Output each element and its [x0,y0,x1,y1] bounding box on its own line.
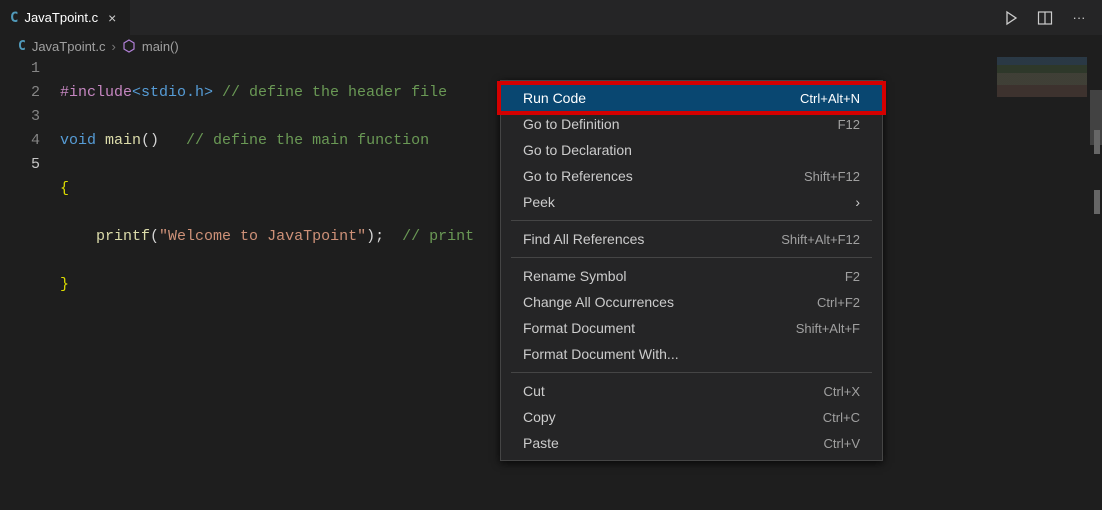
minimap[interactable] [997,57,1087,97]
c-file-icon: C [10,10,18,26]
line-number: 1 [0,57,40,81]
menu-item-label: Rename Symbol [523,268,627,284]
line-number: 5 [0,153,40,177]
menu-item-shortcut: F2 [845,269,860,284]
more-icon[interactable]: ··· [1068,7,1090,29]
menu-item-label: Paste [523,435,559,451]
vertical-scrollbar[interactable] [1090,35,1102,510]
menu-item-shortcut: Ctrl+C [823,410,860,425]
menu-item-label: Go to References [523,168,633,184]
menu-separator [511,220,872,221]
tab-filename: JavaTpoint.c [24,10,98,25]
run-icon[interactable] [1000,7,1022,29]
tab-group: C JavaTpoint.c × [0,0,130,35]
menu-item-label: Copy [523,409,556,425]
menu-item-format-document-with[interactable]: Format Document With... [501,341,882,367]
menu-item-label: Find All References [523,231,644,247]
menu-item-label: Run Code [523,90,586,106]
close-icon[interactable]: × [104,10,120,26]
menu-separator [511,257,872,258]
symbol-method-icon [122,39,136,53]
menu-item-label: Cut [523,383,545,399]
menu-item-find-all-references[interactable]: Find All References Shift+Alt+F12 [501,226,882,252]
menu-item-change-all-occurrences[interactable]: Change All Occurrences Ctrl+F2 [501,289,882,315]
menu-item-go-to-references[interactable]: Go to References Shift+F12 [501,163,882,189]
breadcrumb[interactable]: C JavaTpoint.c › main() [0,35,1102,57]
line-number: 2 [0,81,40,105]
menu-item-paste[interactable]: Paste Ctrl+V [501,430,882,456]
line-number: 4 [0,129,40,153]
menu-item-rename-symbol[interactable]: Rename Symbol F2 [501,263,882,289]
menu-item-shortcut: Ctrl+X [824,384,860,399]
menu-item-label: Format Document With... [523,346,679,362]
menu-item-go-to-declaration[interactable]: Go to Declaration [501,137,882,163]
menu-item-label: Format Document [523,320,635,336]
menu-item-shortcut: Shift+F12 [804,169,860,184]
menu-item-shortcut: Ctrl+V [824,436,860,451]
context-menu: Run Code Ctrl+Alt+N Go to Definition F12 Go … [500,80,883,461]
menu-item-label: Change All Occurrences [523,294,674,310]
tab-file[interactable]: C JavaTpoint.c × [0,0,130,35]
split-editor-icon[interactable] [1034,7,1056,29]
line-gutter: 1 2 3 4 5 [0,57,60,345]
chevron-right-icon: › [112,39,116,54]
chevron-right-icon: › [855,194,860,210]
menu-item-run-code[interactable]: Run Code Ctrl+Alt+N [497,81,886,115]
menu-item-cut[interactable]: Cut Ctrl+X [501,378,882,404]
menu-item-format-document[interactable]: Format Document Shift+Alt+F [501,315,882,341]
menu-item-shortcut: Shift+Alt+F [796,321,860,336]
c-file-icon: C [18,39,26,54]
menu-item-copy[interactable]: Copy Ctrl+C [501,404,882,430]
breadcrumb-symbol: main() [142,39,179,54]
menu-item-label: Peek [523,194,555,210]
menu-item-label: Go to Definition [523,116,620,132]
menu-item-shortcut: Ctrl+Alt+N [800,91,860,106]
line-number: 3 [0,105,40,129]
breadcrumb-filename: JavaTpoint.c [32,39,106,54]
tab-bar: C JavaTpoint.c × ··· [0,0,1102,35]
menu-item-shortcut: Shift+Alt+F12 [781,232,860,247]
menu-item-shortcut: Ctrl+F2 [817,295,860,310]
menu-item-peek[interactable]: Peek › [501,189,882,215]
menu-item-label: Go to Declaration [523,142,632,158]
menu-item-shortcut: F12 [838,117,860,132]
menu-separator [511,372,872,373]
editor-actions: ··· [1000,7,1102,29]
